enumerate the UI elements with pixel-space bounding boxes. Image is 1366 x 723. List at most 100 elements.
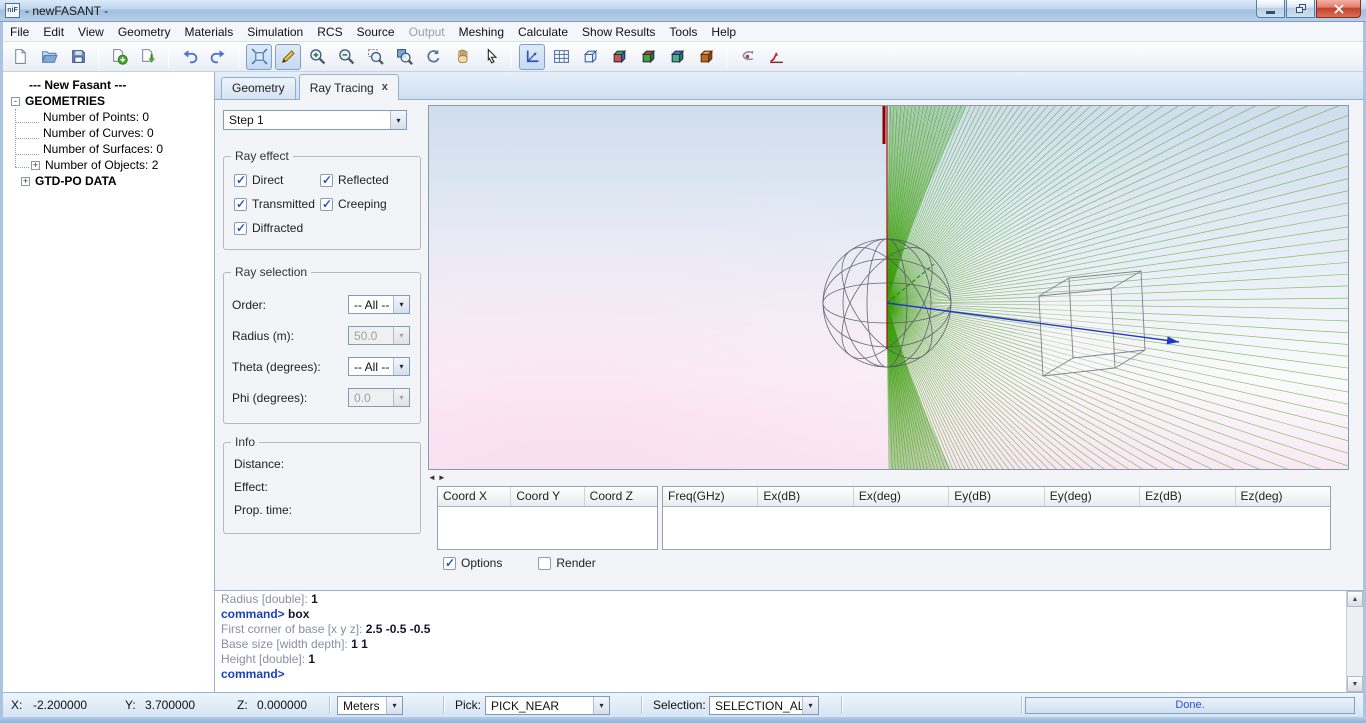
wireframe-view-button[interactable] [577,44,603,70]
restore-button[interactable] [1286,0,1315,18]
grid-button[interactable] [548,44,574,70]
effect-label: Effect: [234,480,410,494]
menu-calculate[interactable]: Calculate [511,23,575,41]
tab-geometry[interactable]: Geometry [221,77,296,99]
menu-rcs[interactable]: RCS [310,23,349,41]
rotate-view-button[interactable] [420,44,446,70]
scroll-up-icon[interactable]: ▲ [1347,591,1363,607]
import-button[interactable] [106,44,132,70]
menu-meshing[interactable]: Meshing [452,23,511,41]
expand-icon[interactable]: + [31,161,40,170]
tree-node-gtdpo[interactable]: + GTD-PO DATA [3,173,214,189]
checkbox-reflected[interactable]: Reflected [320,173,410,187]
open-button[interactable] [36,44,62,70]
window-title: - newFASANT - [25,4,108,18]
statusbar-divider [443,696,445,714]
hidden-line-view-button[interactable] [664,44,690,70]
coords-table[interactable]: Coord X Coord Y Coord Z [437,486,658,550]
close-button[interactable] [1316,0,1361,18]
checkbox-options[interactable]: Options [443,556,502,570]
checkbox-creeping[interactable]: Creeping [320,197,410,211]
textured-view-button[interactable] [693,44,719,70]
checkbox-render[interactable]: Render [538,556,595,570]
scroll-down-icon[interactable]: ▼ [1347,676,1363,692]
title-bar[interactable]: niF - newFASANT - [0,0,1366,22]
pan-button[interactable] [449,44,475,70]
wireframe-cube-icon [582,48,599,65]
tree-root[interactable]: --- New Fasant --- [3,77,214,93]
ray-tracing-workspace: Step 1 ▾ Ray effect Direct Reflected [215,100,1363,590]
console-value: 1 1 [351,637,368,651]
units-select[interactable]: Meters ▾ [337,696,403,715]
rotate-object-button[interactable] [734,44,760,70]
tree-node-geometries[interactable]: - GEOMETRIES [3,93,214,109]
step-select[interactable]: Step 1 ▾ [223,110,407,130]
solid-view-button[interactable] [635,44,661,70]
rotate-axis-button[interactable] [763,44,789,70]
selection-select[interactable]: SELECTION_ALL ▾ [709,696,819,715]
checkbox-diffracted[interactable]: Diffracted [234,221,320,235]
menu-source[interactable]: Source [350,23,402,41]
pick-select[interactable]: PICK_NEAR ▾ [485,696,610,715]
coord-z-value: 0.000000 [257,693,307,717]
shaded-view-button[interactable] [606,44,632,70]
zoom-fit-button[interactable] [246,44,272,70]
menu-tools[interactable]: Tools [662,23,704,41]
zoom-in-button[interactable] [304,44,330,70]
theta-select[interactable]: -- All -- ▾ [348,357,410,376]
menu-file[interactable]: File [3,23,36,41]
checkbox-icon[interactable] [443,557,456,570]
close-tab-icon[interactable]: x [382,82,388,93]
undo-button[interactable] [176,44,202,70]
statusbar-divider [841,696,843,714]
save-button[interactable] [65,44,91,70]
tab-ray-tracing[interactable]: Ray Tracing x [299,74,399,100]
toolbar [3,42,1363,72]
viewport-3d[interactable] [428,105,1349,470]
checkbox-icon[interactable] [234,174,247,187]
app-icon: niF [5,3,20,18]
checkbox-icon[interactable] [234,222,247,235]
zoom-out-button[interactable] [333,44,359,70]
checkbox-icon[interactable] [320,174,333,187]
pick-tool-button[interactable] [275,44,301,70]
checkbox-transmitted[interactable]: Transmitted [234,197,320,211]
menu-edit[interactable]: Edit [36,23,71,41]
checkbox-icon[interactable] [234,198,247,211]
tree-node-objects[interactable]: + Number of Objects: 2 [3,157,214,173]
menu-materials[interactable]: Materials [178,23,241,41]
scroll-right-icon[interactable]: ► [438,473,448,482]
zoom-window-button[interactable] [362,44,388,70]
collapse-icon[interactable]: - [11,97,20,106]
console-input-prompt[interactable]: command> [221,667,288,681]
menu-show-results[interactable]: Show Results [575,23,662,41]
checkbox-icon[interactable] [538,557,551,570]
theta-label: Theta (degrees): [232,360,321,374]
menu-view[interactable]: View [71,23,111,41]
viewport-scroll-arrows[interactable]: ◄► [428,473,448,482]
export-button[interactable] [135,44,161,70]
menu-simulation[interactable]: Simulation [240,23,310,41]
console-scrollbar[interactable]: ▲ ▼ [1346,591,1363,692]
expand-icon[interactable]: + [21,177,30,186]
menu-help[interactable]: Help [704,23,743,41]
checkbox-direct[interactable]: Direct [234,173,320,187]
view-corner-button[interactable] [519,44,545,70]
coord-y-label: Y: [125,693,136,717]
order-select[interactable]: -- All -- ▾ [348,295,410,314]
checkbox-icon[interactable] [320,198,333,211]
ray-tracing-panel: Step 1 ▾ Ray effect Direct Reflected [223,110,421,582]
radius-select: 50.0 ▾ [348,326,410,345]
redo-button[interactable] [205,44,231,70]
field-table[interactable]: Freq(GHz) Ex(dB) Ex(deg) Ey(dB) Ey(deg) … [662,486,1331,550]
minimize-button[interactable] [1256,0,1285,18]
project-tree[interactable]: --- New Fasant --- - GEOMETRIES Number o… [3,72,215,692]
minimize-icon [1266,11,1275,14]
select-button[interactable] [478,44,504,70]
scroll-left-icon[interactable]: ◄ [428,473,438,482]
command-console[interactable]: Radius [double]: 1 command> box First co… [215,590,1363,692]
new-file-button[interactable] [7,44,33,70]
zoom-selection-button[interactable] [391,44,417,70]
menu-geometry[interactable]: Geometry [111,23,178,41]
new-file-icon [12,48,29,65]
